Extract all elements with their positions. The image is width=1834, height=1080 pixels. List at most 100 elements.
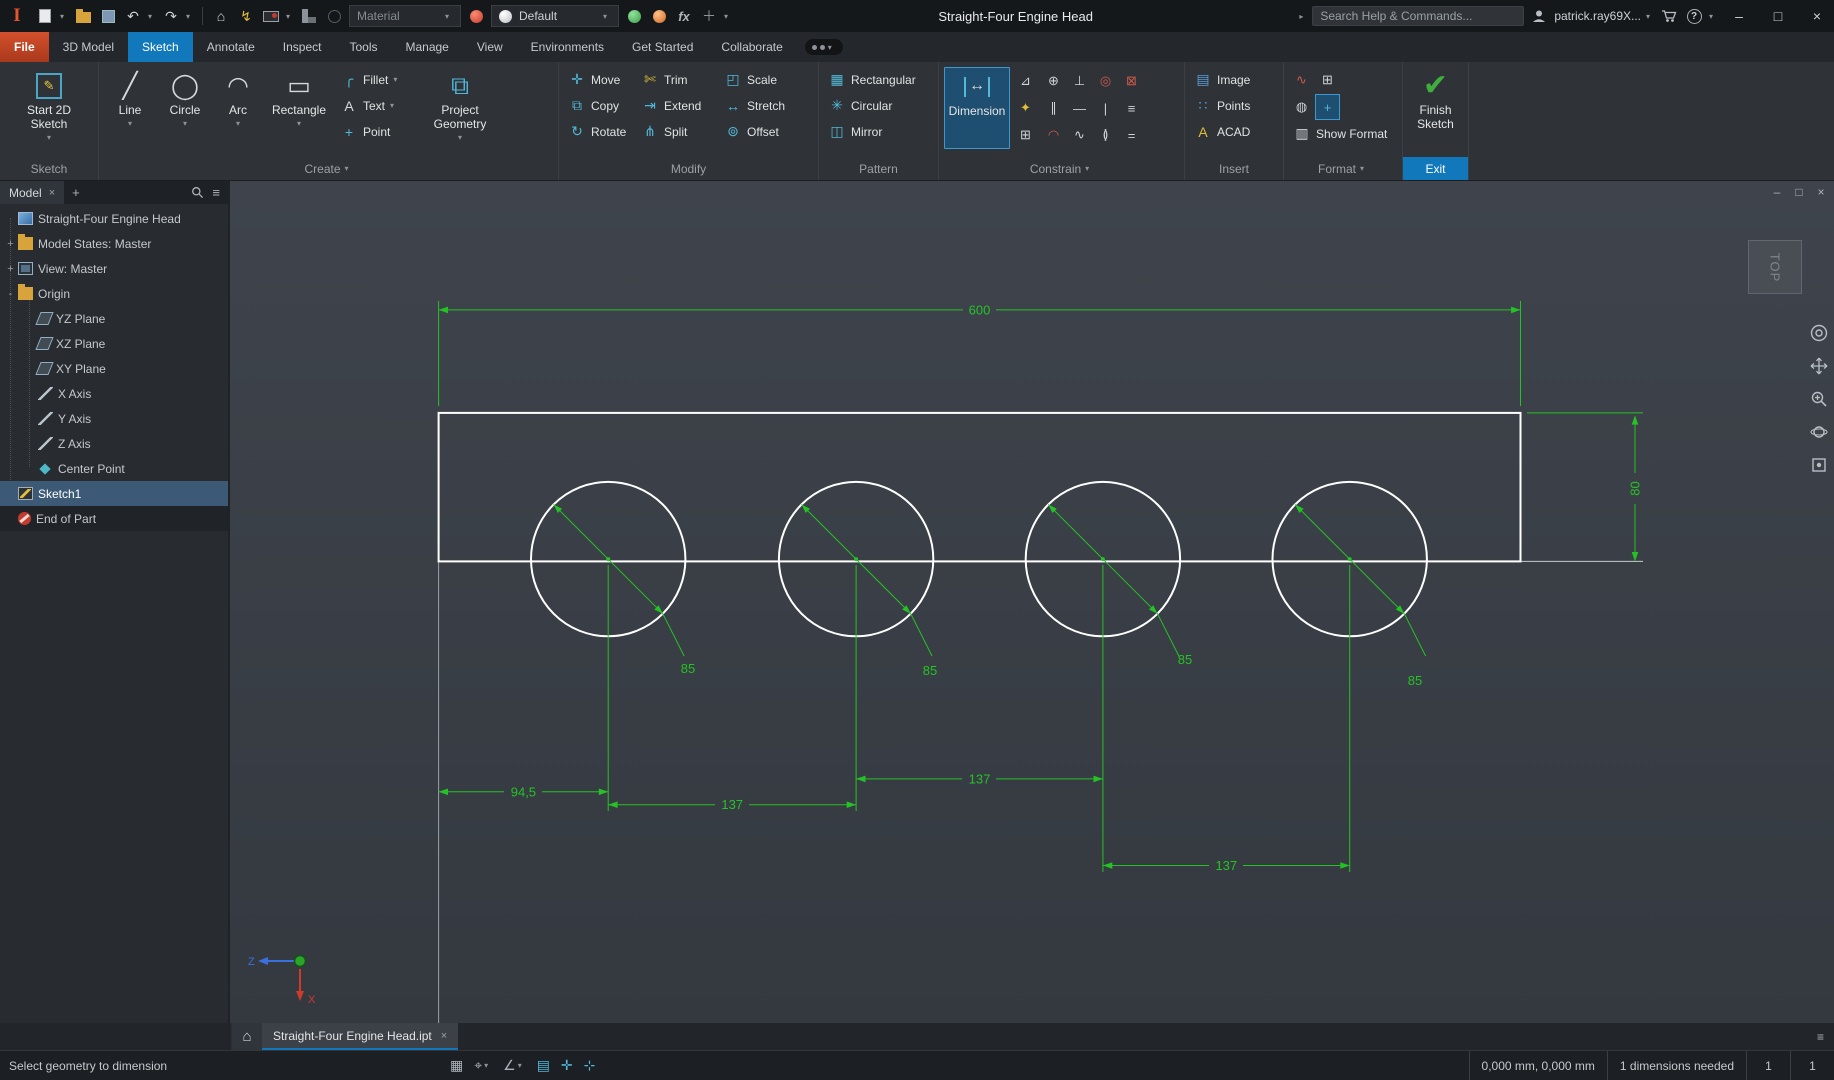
undo-caret-icon[interactable]: ▾ bbox=[148, 12, 156, 21]
screen-capture-button[interactable] bbox=[261, 5, 281, 27]
new-file-button[interactable] bbox=[35, 5, 55, 27]
help-search-input[interactable] bbox=[1312, 6, 1524, 26]
finish-sketch-button[interactable]: ✔ Finish Sketch bbox=[1408, 67, 1463, 132]
perpendicular-constraint-button[interactable]: ⊥ bbox=[1067, 68, 1092, 94]
auto-dimension-button[interactable]: ⊿ bbox=[1013, 68, 1038, 94]
fillet-tool-button[interactable]: ╭ Fillet ▾ bbox=[336, 67, 424, 92]
document-close-button[interactable]: × bbox=[1810, 185, 1832, 199]
window-close-button[interactable]: × bbox=[1800, 0, 1834, 32]
vertical-constraint-button[interactable]: | bbox=[1093, 95, 1118, 121]
stretch-tool-button[interactable]: ↔ Stretch bbox=[720, 93, 798, 118]
window-minimize-button[interactable]: – bbox=[1722, 0, 1756, 32]
dimension-overall-width[interactable]: 600 bbox=[969, 302, 991, 317]
constraint-settings-button[interactable]: ⊞ bbox=[1013, 122, 1038, 148]
user-caret-icon[interactable]: ▾ bbox=[1646, 12, 1654, 21]
dimension-spacing-2[interactable]: 137 bbox=[969, 771, 991, 786]
sketch-rectangle[interactable] bbox=[439, 413, 1521, 562]
home-tab-button[interactable]: ⌂ bbox=[232, 1023, 262, 1050]
project-geometry-button[interactable]: ⧉ Project Geometry ▾ bbox=[427, 67, 493, 142]
cloud-status-icon[interactable]: ▾ bbox=[805, 39, 843, 55]
dimension-edge-offset[interactable]: 94,5 bbox=[511, 784, 536, 799]
tab-environments[interactable]: Environments bbox=[517, 32, 618, 62]
circular-pattern-button[interactable]: ✳ Circular bbox=[824, 93, 930, 118]
panel-label-create[interactable]: Create ▾ bbox=[99, 157, 558, 180]
horizontal-constraint-button[interactable]: ― bbox=[1067, 95, 1092, 121]
line-caret-icon[interactable]: ▾ bbox=[126, 119, 134, 128]
extend-tool-button[interactable]: ⇥ Extend bbox=[637, 93, 717, 118]
text-tool-button[interactable]: A Text ▾ bbox=[336, 93, 424, 118]
dimension-annotations[interactable] bbox=[439, 301, 1643, 872]
expander-icon[interactable]: + bbox=[4, 263, 17, 275]
save-button[interactable] bbox=[98, 5, 118, 27]
material-browser-button[interactable] bbox=[466, 5, 486, 27]
component-visibility-button[interactable] bbox=[299, 5, 319, 27]
split-tool-button[interactable]: ⋔ Split bbox=[637, 119, 717, 144]
expander-icon[interactable]: + bbox=[4, 238, 17, 250]
point-snap-icon[interactable]: ⌖▾ bbox=[474, 1057, 492, 1074]
dimension-overall-height[interactable]: 80 bbox=[1628, 481, 1643, 495]
precise-input-icon[interactable]: ⊹ bbox=[584, 1057, 596, 1074]
panel-label-constrain[interactable]: Constrain ▾ bbox=[939, 157, 1184, 180]
tab-tools[interactable]: Tools bbox=[335, 32, 391, 62]
add-browser-tab-button[interactable]: + bbox=[66, 185, 86, 200]
expander-icon[interactable]: - bbox=[4, 288, 17, 300]
window-maximize-button[interactable]: □ bbox=[1761, 0, 1795, 32]
fillet-caret-icon[interactable]: ▾ bbox=[393, 75, 401, 84]
document-minimize-button[interactable]: – bbox=[1766, 185, 1788, 199]
center-point-format-button[interactable]: + bbox=[1315, 94, 1340, 120]
project-geometry-caret-icon[interactable]: ▾ bbox=[456, 133, 464, 142]
tree-item-origin[interactable]: - Origin bbox=[0, 281, 228, 306]
angle-snap-icon[interactable]: ∠▾ bbox=[503, 1057, 526, 1074]
look-at-tool-icon[interactable] bbox=[1807, 453, 1831, 477]
app-store-button[interactable] bbox=[1659, 5, 1679, 27]
circle-caret-icon[interactable]: ▾ bbox=[181, 119, 189, 128]
tree-item-end-of-part[interactable]: End of Part bbox=[0, 506, 228, 531]
offset-tool-button[interactable]: ⊚ Offset bbox=[720, 119, 798, 144]
clear-appearance-button[interactable] bbox=[649, 5, 669, 27]
appearance-override-button[interactable] bbox=[324, 5, 344, 27]
circle-tool-button[interactable]: ◯ Circle ▾ bbox=[159, 67, 211, 128]
smooth-constraint-button[interactable]: ∿ bbox=[1067, 122, 1092, 148]
user-account-button[interactable] bbox=[1529, 5, 1549, 27]
new-file-caret-icon[interactable]: ▾ bbox=[60, 12, 68, 21]
view-cube[interactable]: TOP bbox=[1748, 240, 1802, 294]
tree-item-yz-plane[interactable]: YZ Plane bbox=[0, 306, 228, 331]
browser-search-icon[interactable] bbox=[191, 186, 204, 199]
tree-item-xz-plane[interactable]: XZ Plane bbox=[0, 331, 228, 356]
tree-item-center-point[interactable]: Center Point bbox=[0, 456, 228, 481]
import-points-button[interactable]: ∷ Points bbox=[1190, 93, 1276, 118]
rectangular-pattern-button[interactable]: ▦ Rectangular bbox=[824, 67, 930, 92]
redo-caret-icon[interactable]: ▾ bbox=[186, 12, 194, 21]
panel-label-format[interactable]: Format ▾ bbox=[1284, 157, 1402, 180]
user-name-label[interactable]: patrick.ray69X... bbox=[1554, 9, 1641, 23]
mirror-tool-button[interactable]: ◫ Mirror bbox=[824, 119, 930, 144]
render-button[interactable]: ↯ bbox=[236, 5, 256, 27]
tree-item-z-axis[interactable]: Z Axis bbox=[0, 431, 228, 456]
parallel-constraint-button[interactable]: ∥ bbox=[1041, 95, 1066, 121]
dimension-spacing-3[interactable]: 137 bbox=[1215, 858, 1237, 873]
line-tool-button[interactable]: ╱ Line ▾ bbox=[104, 67, 156, 128]
insert-image-button[interactable]: ▤ Image bbox=[1190, 67, 1276, 92]
document-tab-close-icon[interactable]: × bbox=[441, 1030, 447, 1042]
sketch-draw-area[interactable]: 600 80 94,5 137 137 137 85 85 85 85 bbox=[230, 181, 1834, 1023]
customize-toolbar-button[interactable]: ＋ bbox=[699, 5, 719, 27]
scale-tool-button[interactable]: ◰ Scale bbox=[720, 67, 798, 92]
tab-inspect[interactable]: Inspect bbox=[269, 32, 336, 62]
move-tool-button[interactable]: ✛ Move bbox=[564, 67, 634, 92]
material-select[interactable]: Material ▾ bbox=[349, 5, 461, 27]
zoom-tool-icon[interactable] bbox=[1807, 387, 1831, 411]
rectangle-caret-icon[interactable]: ▾ bbox=[295, 119, 303, 128]
document-tab-active[interactable]: Straight-Four Engine Head.ipt × bbox=[262, 1023, 458, 1050]
dimension-spacing-1[interactable]: 137 bbox=[721, 797, 743, 812]
dynamic-input-icon[interactable]: ✛ bbox=[561, 1057, 573, 1074]
browser-tab-model[interactable]: Model × bbox=[0, 181, 64, 204]
tangent-constraint-button[interactable]: ◠ bbox=[1041, 122, 1066, 148]
point-tool-button[interactable]: + Point bbox=[336, 119, 424, 144]
open-file-button[interactable] bbox=[73, 5, 93, 27]
show-constraints-button[interactable]: ✦ bbox=[1013, 95, 1038, 121]
tree-item-x-axis[interactable]: X Axis bbox=[0, 381, 228, 406]
tab-file[interactable]: File bbox=[0, 32, 49, 62]
dimension-bore-4[interactable]: 85 bbox=[1408, 673, 1422, 688]
dimension-bore-3[interactable]: 85 bbox=[1178, 652, 1192, 667]
equal-constraint-button[interactable]: = bbox=[1119, 122, 1144, 148]
